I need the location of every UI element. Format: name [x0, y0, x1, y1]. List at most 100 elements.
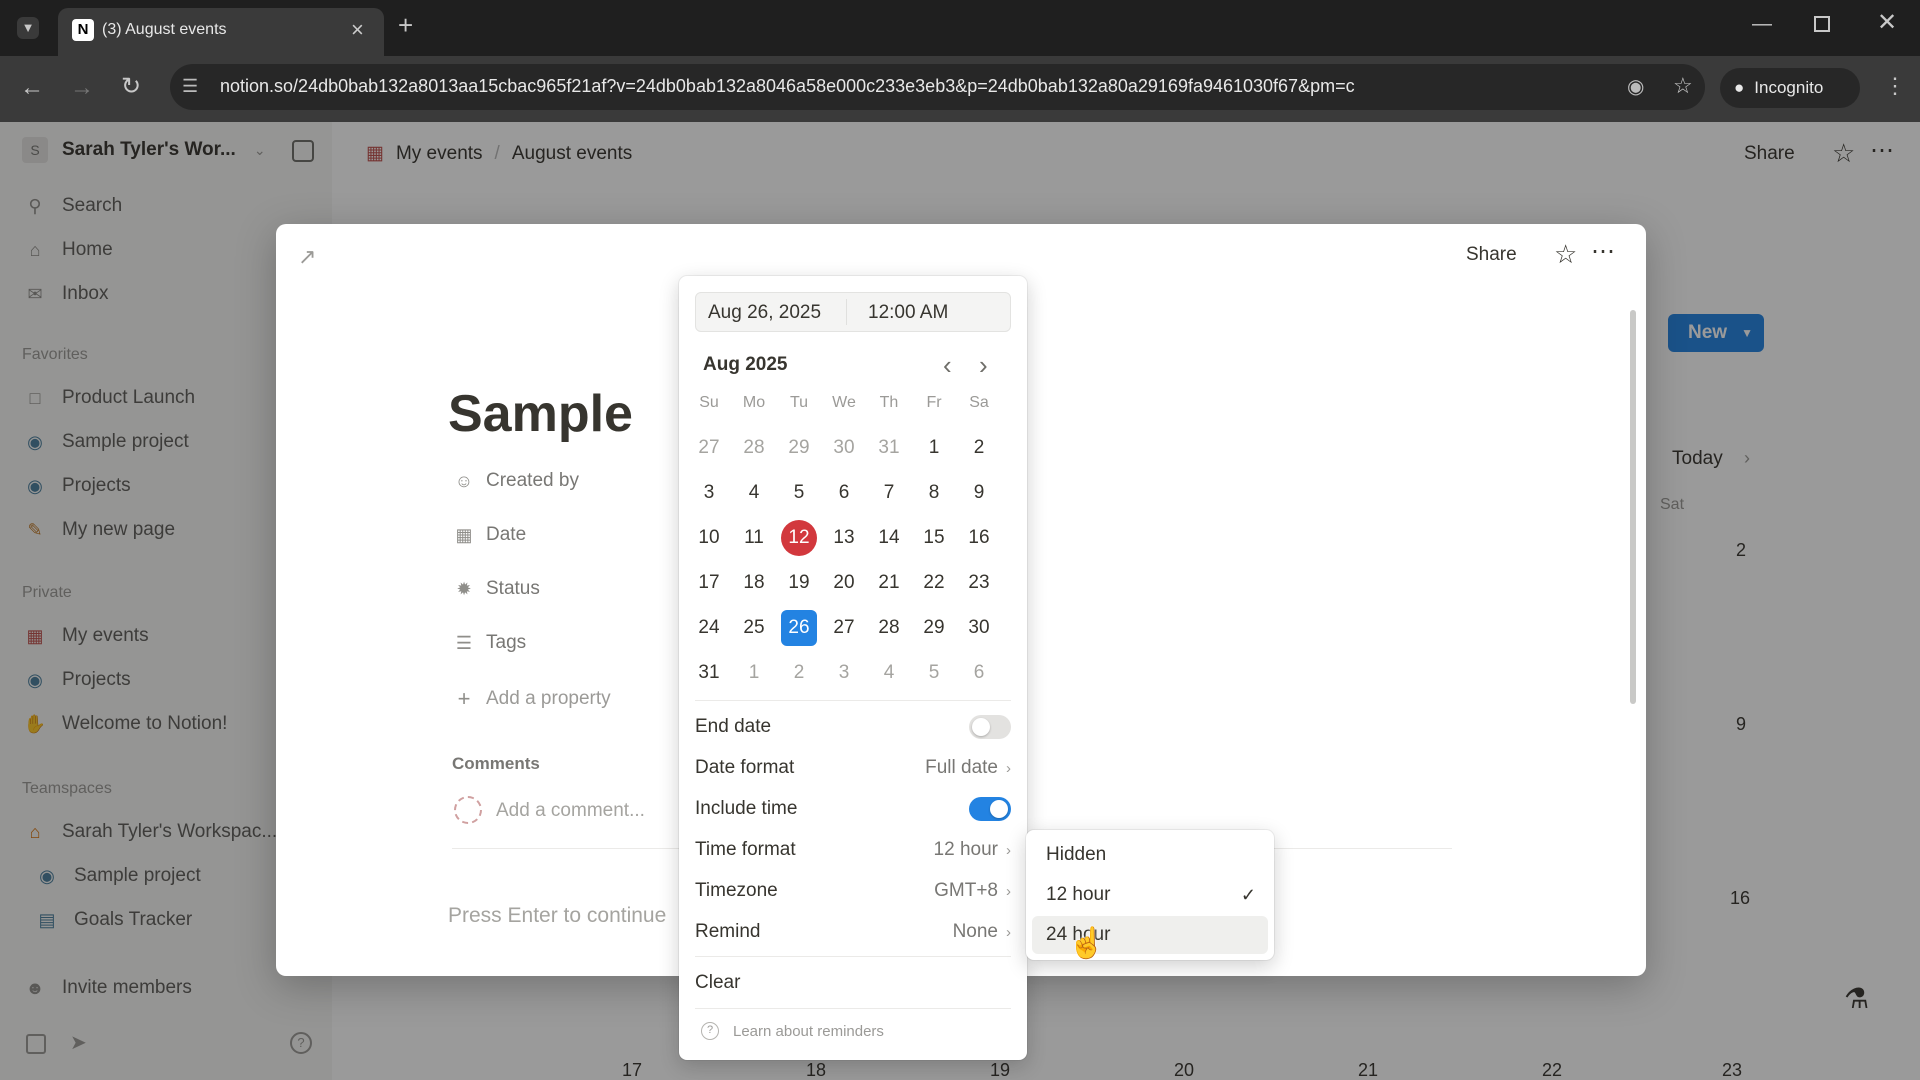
- modal-scrollbar[interactable]: [1630, 310, 1636, 704]
- next-month-icon[interactable]: ›: [979, 350, 988, 381]
- date-picker-popup: Aug 26, 2025 12:00 AM Aug 2025 ‹ › Su Mo T…: [679, 276, 1027, 1060]
- modal-more-icon[interactable]: ⋯: [1591, 237, 1615, 266]
- calendar-day[interactable]: 26: [781, 610, 817, 646]
- calendar-day[interactable]: 5: [781, 475, 817, 511]
- status-icon: ✹: [456, 578, 472, 599]
- remind-value: None: [952, 921, 998, 942]
- back-icon[interactable]: ←: [20, 76, 44, 100]
- calendar-day[interactable]: 23: [961, 565, 997, 601]
- calendar-day[interactable]: 18: [736, 565, 772, 601]
- property-tags[interactable]: ☰ Tags: [452, 632, 526, 654]
- calendar-day[interactable]: 27: [691, 430, 727, 466]
- end-date-toggle[interactable]: [969, 715, 1011, 739]
- calendar-day[interactable]: 4: [736, 475, 772, 511]
- calendar-day[interactable]: 13: [826, 520, 862, 556]
- calendar-day[interactable]: 17: [691, 565, 727, 601]
- calendar-day[interactable]: 28: [736, 430, 772, 466]
- calendar-day[interactable]: 25: [736, 610, 772, 646]
- calendar-day[interactable]: 31: [871, 430, 907, 466]
- calendar-day[interactable]: 20: [826, 565, 862, 601]
- browser-tab[interactable]: N (3) August events ×: [58, 8, 384, 56]
- toggle-knob: [990, 800, 1008, 818]
- time-format-option-12-hour[interactable]: 12 hour ✓: [1032, 876, 1268, 914]
- calendar-day[interactable]: 10: [691, 520, 727, 556]
- calendar-day[interactable]: 29: [781, 430, 817, 466]
- address-bar[interactable]: ☰ notion.so/24db0bab132a8013aa15cbac965f…: [170, 64, 1705, 110]
- calendar-day[interactable]: 14: [871, 520, 907, 556]
- tab-list-chevron-icon[interactable]: ▼: [17, 17, 39, 39]
- page-title[interactable]: Sample: [448, 384, 633, 444]
- date-input[interactable]: Aug 26, 2025: [708, 302, 821, 324]
- chevron-right-icon: ›: [1006, 841, 1011, 859]
- body-placeholder[interactable]: Press Enter to continue: [448, 904, 666, 928]
- site-info-icon[interactable]: ☰: [182, 76, 198, 97]
- calendar-day[interactable]: 28: [871, 610, 907, 646]
- time-input[interactable]: 12:00 AM: [868, 302, 948, 324]
- browser-menu-icon[interactable]: ⋮: [1884, 75, 1906, 97]
- calendar-day[interactable]: 8: [916, 475, 952, 511]
- calendar-day[interactable]: 19: [781, 565, 817, 601]
- eye-off-icon[interactable]: ◉: [1627, 74, 1644, 99]
- include-time-label: Include time: [695, 798, 798, 819]
- property-status[interactable]: ✹ Status: [452, 578, 539, 600]
- calendar-day[interactable]: 24: [691, 610, 727, 646]
- calendar-day[interactable]: 12: [781, 520, 817, 556]
- end-date-label: End date: [695, 716, 772, 737]
- include-time-toggle[interactable]: [969, 797, 1011, 821]
- calendar-day[interactable]: 3: [826, 655, 862, 691]
- calendar-day[interactable]: 6: [826, 475, 862, 511]
- calendar-day[interactable]: 6: [961, 655, 997, 691]
- modal-share-button[interactable]: Share: [1466, 244, 1517, 266]
- calendar-day[interactable]: 21: [871, 565, 907, 601]
- forward-icon[interactable]: →: [70, 76, 94, 100]
- calendar-day[interactable]: 30: [961, 610, 997, 646]
- timezone-row[interactable]: Timezone GMT+8 ›: [695, 873, 1011, 909]
- time-format-option-hidden[interactable]: Hidden: [1032, 836, 1268, 874]
- calendar-day[interactable]: 30: [826, 430, 862, 466]
- calendar-day[interactable]: 15: [916, 520, 952, 556]
- expand-icon[interactable]: ↗: [298, 244, 316, 270]
- new-tab-icon[interactable]: +: [398, 12, 413, 38]
- calendar-day[interactable]: 3: [691, 475, 727, 511]
- modal-star-icon[interactable]: ☆: [1554, 239, 1577, 270]
- remind-row[interactable]: Remind None ›: [695, 914, 1011, 950]
- restore-icon[interactable]: [1814, 16, 1830, 32]
- calendar-day[interactable]: 11: [736, 520, 772, 556]
- incognito-badge[interactable]: ● Incognito: [1720, 68, 1860, 108]
- learn-reminders-link[interactable]: ? Learn about reminders: [701, 1022, 884, 1040]
- calendar-day[interactable]: 27: [826, 610, 862, 646]
- calendar-day[interactable]: 16: [961, 520, 997, 556]
- time-format-row[interactable]: Time format 12 hour ›: [695, 832, 1011, 868]
- clear-button[interactable]: Clear: [695, 965, 1011, 1001]
- footer-divider: [695, 1008, 1011, 1009]
- time-format-menu: Hidden 12 hour ✓ 24 hour: [1026, 830, 1274, 960]
- calendar-day[interactable]: 2: [781, 655, 817, 691]
- calendar-day[interactable]: 22: [916, 565, 952, 601]
- close-window-icon[interactable]: ✕: [1877, 11, 1897, 35]
- calendar-day[interactable]: 31: [691, 655, 727, 691]
- date-format-row[interactable]: Date format Full date ›: [695, 750, 1011, 786]
- property-date[interactable]: ▦ Date: [452, 524, 526, 546]
- add-property-button[interactable]: + Add a property: [452, 686, 611, 712]
- date-format-label: Date format: [695, 757, 795, 778]
- calendar-day[interactable]: 9: [961, 475, 997, 511]
- prev-month-icon[interactable]: ‹: [943, 350, 952, 381]
- calendar-day[interactable]: 7: [871, 475, 907, 511]
- date-time-input[interactable]: Aug 26, 2025 12:00 AM: [695, 292, 1011, 332]
- property-label: Date: [486, 524, 527, 545]
- calendar-day[interactable]: 5: [916, 655, 952, 691]
- include-time-row[interactable]: Include time: [695, 791, 1011, 827]
- calendar-day[interactable]: 2: [961, 430, 997, 466]
- calendar-day[interactable]: 4: [871, 655, 907, 691]
- calendar-day[interactable]: 29: [916, 610, 952, 646]
- tab-close-icon[interactable]: ×: [351, 17, 364, 43]
- minimize-icon[interactable]: —: [1752, 14, 1772, 34]
- end-date-row[interactable]: End date: [695, 709, 1011, 745]
- reload-icon[interactable]: ↻: [121, 75, 141, 99]
- calendar-day[interactable]: 1: [736, 655, 772, 691]
- property-created-by[interactable]: ☺ Created by: [452, 470, 579, 492]
- weekday-label: Mo: [742, 394, 766, 411]
- calendar-day[interactable]: 1: [916, 430, 952, 466]
- comment-input[interactable]: Add a comment...: [496, 800, 645, 822]
- bookmark-star-icon[interactable]: ☆: [1673, 73, 1693, 99]
